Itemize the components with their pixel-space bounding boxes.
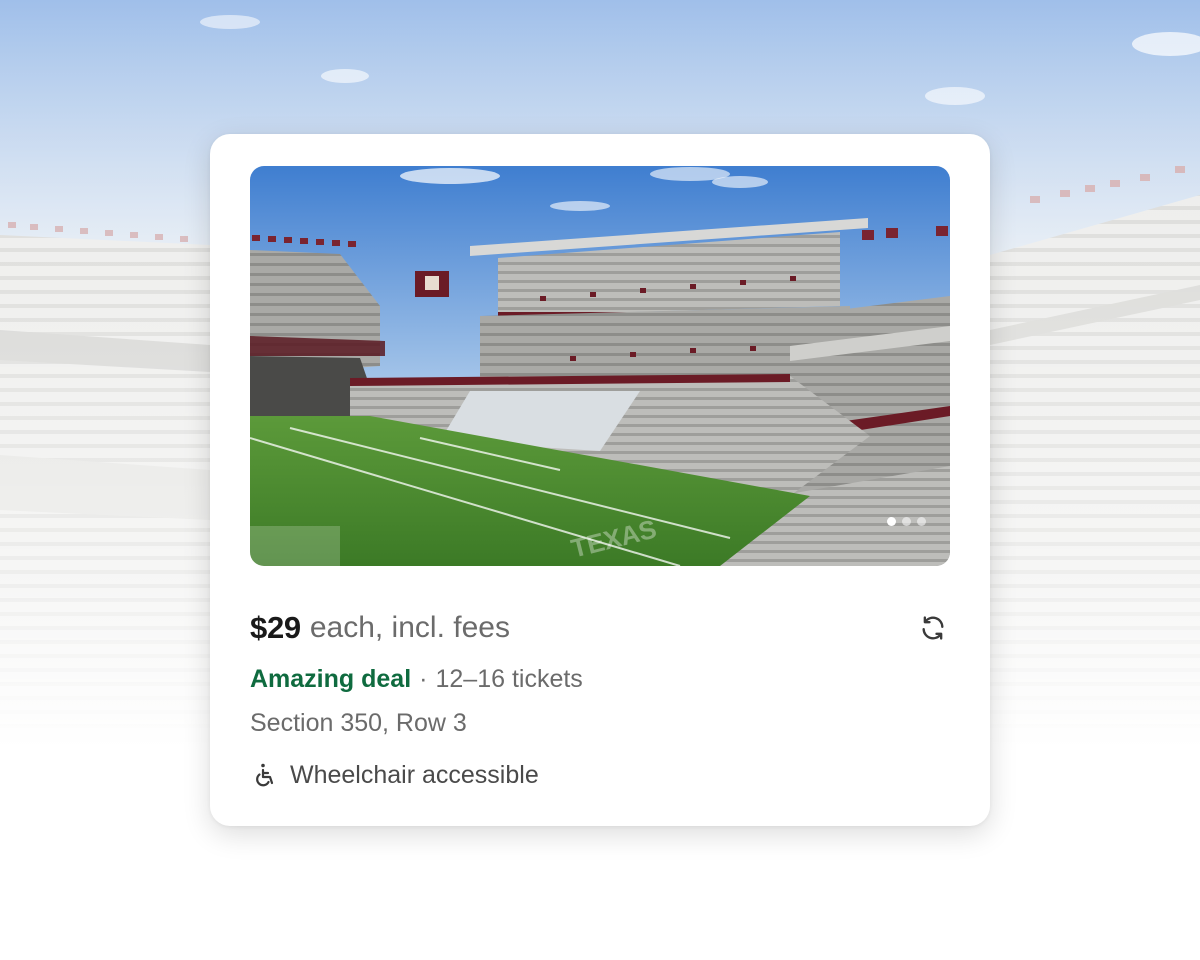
price-row: $29 each, incl. fees (250, 608, 950, 648)
accessibility-row: Wheelchair accessible (250, 758, 539, 792)
deal-row: Amazing deal · 12–16 tickets (250, 662, 583, 696)
separator: · (419, 664, 428, 693)
accessibility-label: Wheelchair accessible (290, 760, 539, 789)
carousel-dots[interactable] (887, 517, 926, 526)
price-suffix: each, incl. fees (309, 611, 510, 644)
wheelchair-icon (250, 760, 280, 790)
ticket-listing-card[interactable]: TEXAS $29 each, incl. fees Amazing deal … (210, 134, 990, 826)
carousel-dot[interactable] (917, 517, 926, 526)
deal-label: Amazing deal (250, 664, 412, 693)
refresh-icon[interactable] (916, 611, 950, 645)
carousel-dot[interactable] (887, 517, 896, 526)
price: $29 (250, 610, 301, 645)
seat-view-photo[interactable]: TEXAS (250, 166, 950, 566)
ticket-quantity: 12–16 tickets (435, 664, 583, 693)
carousel-dot[interactable] (902, 517, 911, 526)
section-row-label: Section 350, Row 3 (250, 708, 467, 737)
